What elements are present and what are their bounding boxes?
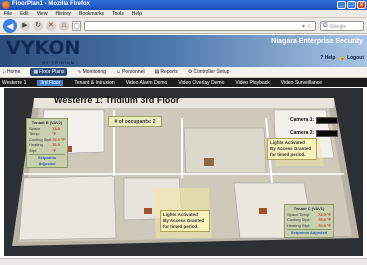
tenant-c-heating-stpt: 70.0 °F [318, 222, 331, 228]
product-name: Niagara Enterprise Security [271, 38, 363, 45]
subnav-video-playback[interactable]: Video Playback [235, 80, 269, 86]
nav-home-label: Home [7, 69, 21, 75]
tenant-b-space-temp-label: Space Temp: [29, 125, 41, 137]
tenant-c-heating-label: Heating Stpt: [287, 222, 311, 228]
menu-history[interactable]: History [55, 11, 71, 17]
maximize-button[interactable]: □ [347, 1, 356, 9]
home-icon[interactable]: ⌂ [59, 21, 69, 31]
floorplan-icon: ▦ [33, 69, 39, 75]
window-titlebar: FloorPlan1 - Mozilla Firefox _ □ x [0, 0, 367, 10]
search-placeholder: Google [330, 24, 347, 30]
help-link[interactable]: ? Help [320, 55, 335, 61]
menu-bookmarks[interactable]: Bookmarks [79, 11, 104, 17]
lights-alert-bottom[interactable]: Lights Activated By Access Granted for t… [160, 210, 210, 232]
tenant-b-space-temp: 73.5 °F [52, 125, 60, 137]
menu-tools[interactable]: Tools [112, 11, 124, 17]
subnav-video-alarm-demo[interactable]: Video Alarm Demo [126, 80, 168, 86]
bookmark-star-icon[interactable]: ▾ ☆ [302, 23, 312, 30]
tenant-c-panel[interactable]: Tenant C (VAV1) Space Temp: 73.0 °F Cooli… [284, 204, 334, 238]
gear-icon: ⚙ [187, 69, 193, 75]
personnel-icon: ☺ [115, 69, 122, 75]
floor-plan-title: Westerre 1: Tridium 3rd Floor [54, 95, 180, 105]
nav-controller-setup[interactable]: ⚙ Controller Setup [188, 69, 230, 75]
nav-personnel[interactable]: ☺ Personnel [116, 69, 145, 75]
monitoring-icon: ∿ [77, 69, 82, 75]
page-icon: ▢ [72, 21, 81, 31]
tenant-c-status: Setpoints Adjusted [287, 229, 331, 236]
nav-reports-label: Reports [160, 69, 178, 75]
window-title: FloorPlan1 - Mozilla Firefox [12, 1, 91, 7]
subnav-3rd-floor[interactable]: 3rd Floor [37, 79, 64, 86]
browser-status-bar [0, 258, 367, 265]
back-arrow-icon[interactable]: ◀ [3, 19, 17, 33]
tenant-b-status: Setpoints Adjusted [29, 154, 65, 166]
menu-file[interactable]: File [4, 11, 12, 17]
alert-top-line3: for timed period. [270, 152, 306, 157]
nav-reports[interactable]: ▤ Reports [155, 69, 178, 75]
nav-personnel-label: Personnel [122, 69, 145, 75]
subnav-video-surveillance[interactable]: Video Surveillance [281, 80, 322, 86]
menu-bar: File Edit View History Bookmarks Tools H… [0, 10, 367, 18]
floorplan-subnav: Westerre 1 3rd Floor Tenant & Intrusion … [0, 78, 367, 87]
search-input[interactable]: G Google [320, 21, 364, 31]
main-nav: ⌂ Home ▦ Floor Plans ∿ Monitoring ☺ Pers… [0, 67, 367, 78]
logout-icon: 🔒 [339, 55, 346, 61]
floor-plan-view: Westerre 1: Tridium 3rd Floor Camera 1: … [4, 88, 363, 256]
google-icon: G [323, 23, 328, 29]
menu-edit[interactable]: Edit [20, 11, 29, 17]
occupants-count: # of occupants: 2 [108, 116, 162, 127]
menu-view[interactable]: View [37, 11, 48, 17]
logo-subtitle: BY TRIDIUM [42, 60, 76, 65]
nav-controller-setup-label: Controller Setup [193, 69, 230, 75]
stop-icon[interactable]: ✕ [46, 21, 56, 31]
forward-arrow-icon[interactable]: ▶ [20, 21, 30, 31]
nav-floor-plans-label: Floor Plans [39, 69, 65, 75]
tenant-b-heating-label: Heating Stpt: [29, 142, 43, 153]
help-icon: ? [320, 55, 324, 61]
subnav-westerre-1[interactable]: Westerre 1 [2, 80, 26, 86]
tenant-b-panel[interactable]: Tenant B (VAV2) Space Temp: 73.5 °F Cooli… [26, 118, 68, 168]
subnav-video-overlay-demo[interactable]: Video Overlay Demo [178, 80, 224, 86]
app-header: VYKON BY TRIDIUM Niagara Enterprise Secu… [0, 35, 367, 67]
camera-2-feed[interactable] [316, 130, 338, 137]
nav-home[interactable]: ⌂ Home [3, 69, 20, 75]
firefox-icon [2, 1, 10, 9]
camera-1-label: Camera 1: [290, 117, 315, 123]
alert-bottom-line3: for timed period. [163, 224, 199, 229]
reload-icon[interactable]: ↻ [33, 21, 43, 31]
navigation-toolbar: ◀ ▶ ↻ ✕ ⌂ ▢ ▾ ☆ G Google [0, 18, 367, 34]
tenant-b-heating-stpt: 70.0 °F [52, 142, 60, 153]
camera-2-label: Camera 2: [290, 130, 315, 136]
header-links: ? Help 🔒 Logout [320, 55, 364, 61]
logout-link[interactable]: 🔒 Logout [339, 55, 364, 61]
close-button[interactable]: x [357, 1, 366, 9]
nav-monitoring[interactable]: ∿ Monitoring [77, 69, 106, 75]
reports-icon: ▤ [154, 69, 160, 75]
vykon-logo: VYKON [6, 37, 81, 59]
home-icon: ⌂ [3, 69, 7, 75]
url-input[interactable]: ▾ ☆ [84, 21, 316, 31]
nav-monitoring-label: Monitoring [82, 69, 106, 75]
camera-1-feed[interactable] [316, 117, 338, 124]
nav-floor-plans[interactable]: ▦ Floor Plans [30, 68, 68, 76]
subnav-tenant-intrusion[interactable]: Tenant & Intrusion [74, 80, 114, 86]
menu-help[interactable]: Help [132, 11, 142, 17]
lights-alert-top[interactable]: Lights Activated By Access Granted for t… [267, 138, 317, 160]
minimize-button[interactable]: _ [337, 1, 346, 9]
